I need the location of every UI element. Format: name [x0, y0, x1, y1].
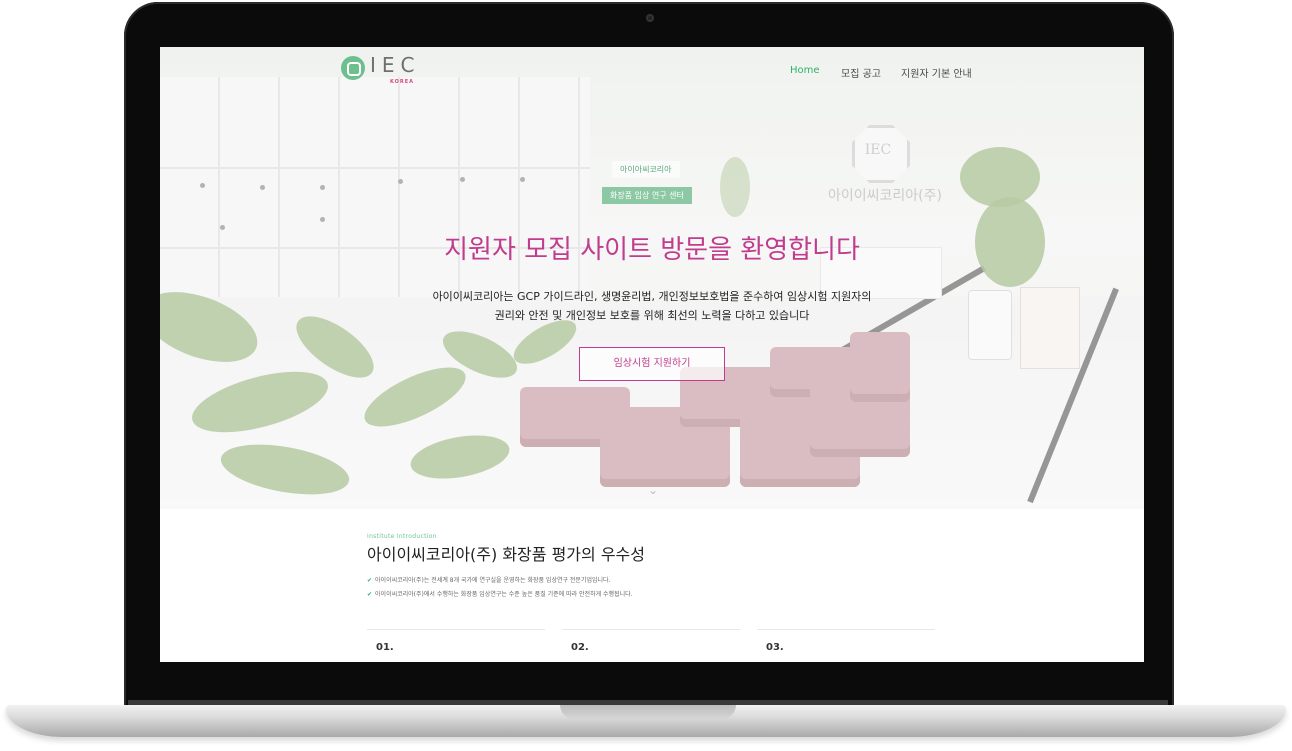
hero-title: 지원자 모집 사이트 방문을 환영합니다	[444, 235, 860, 265]
intro-bullet: ✔ 아이이씨코리아(주)는 전세계 8개 국가에 연구실을 운영하는 화장품 임상…	[367, 575, 610, 584]
laptop-notch	[560, 705, 736, 719]
webcam	[646, 14, 654, 22]
logo-subtitle: KOREA	[390, 79, 415, 85]
check-icon: ✔	[367, 577, 373, 584]
intro-bullet-text: 아이이씨코리아(주)에서 수행하는 화장품 임상연구는 수준 높은 품질 기준에…	[375, 591, 633, 598]
section-eyebrow: Institute Introduction	[367, 533, 437, 540]
top-nav: IEC KOREA Home 모집 공고 지원자 기본 안내	[160, 47, 1144, 91]
website-screen: IEC 아이이씨코리아(주) IEC KOREA Home 모집 공고 지원자 …	[160, 47, 1144, 662]
hero-overlay	[160, 47, 1144, 509]
check-icon: ✔	[367, 591, 373, 598]
intro-section: Institute Introduction 아이이씨코리아(주) 화장품 평가…	[160, 509, 1144, 662]
logo-text[interactable]: IEC	[370, 53, 421, 77]
nav-applicant-guide[interactable]: 지원자 기본 안내	[901, 65, 972, 80]
hero-badge-center: 화장품 임상 연구 센터	[602, 187, 692, 204]
hero-description-line-2: 권리와 안전 및 개인정보 보호를 위해 최선의 노력을 다하고 있습니다	[494, 309, 810, 322]
hero-description-line-1: 아이이씨코리아는 GCP 가이드라인, 생명윤리법, 개인정보보호법을 준수하여…	[432, 290, 872, 303]
apply-clinical-trial-button[interactable]: 임상시험 지원하기	[579, 347, 725, 381]
chevron-down-icon[interactable]: ⌄	[648, 483, 658, 497]
section-title: 아이이씨코리아(주) 화장품 평가의 우수성	[367, 545, 645, 564]
hero-description: 아이이씨코리아는 GCP 가이드라인, 생명윤리법, 개인정보보호법을 준수하여…	[160, 287, 1144, 325]
intro-bullet: ✔ 아이이씨코리아(주)에서 수행하는 화장품 임상연구는 수준 높은 품질 기준…	[367, 589, 633, 598]
feature-card-number: 03.	[766, 642, 784, 653]
feature-card-number: 01.	[376, 642, 394, 653]
nav-home[interactable]: Home	[790, 65, 820, 76]
hero-badge-company: 아이아씨코리아	[612, 161, 680, 178]
logo-icon[interactable]	[341, 56, 365, 80]
nav-recruitment[interactable]: 모집 공고	[841, 65, 881, 80]
hero-section: IEC 아이이씨코리아(주) IEC KOREA Home 모집 공고 지원자 …	[160, 47, 1144, 509]
feature-card-number: 02.	[571, 642, 589, 653]
intro-bullet-text: 아이이씨코리아(주)는 전세계 8개 국가에 연구실을 운영하는 화장품 임상연…	[375, 577, 611, 584]
